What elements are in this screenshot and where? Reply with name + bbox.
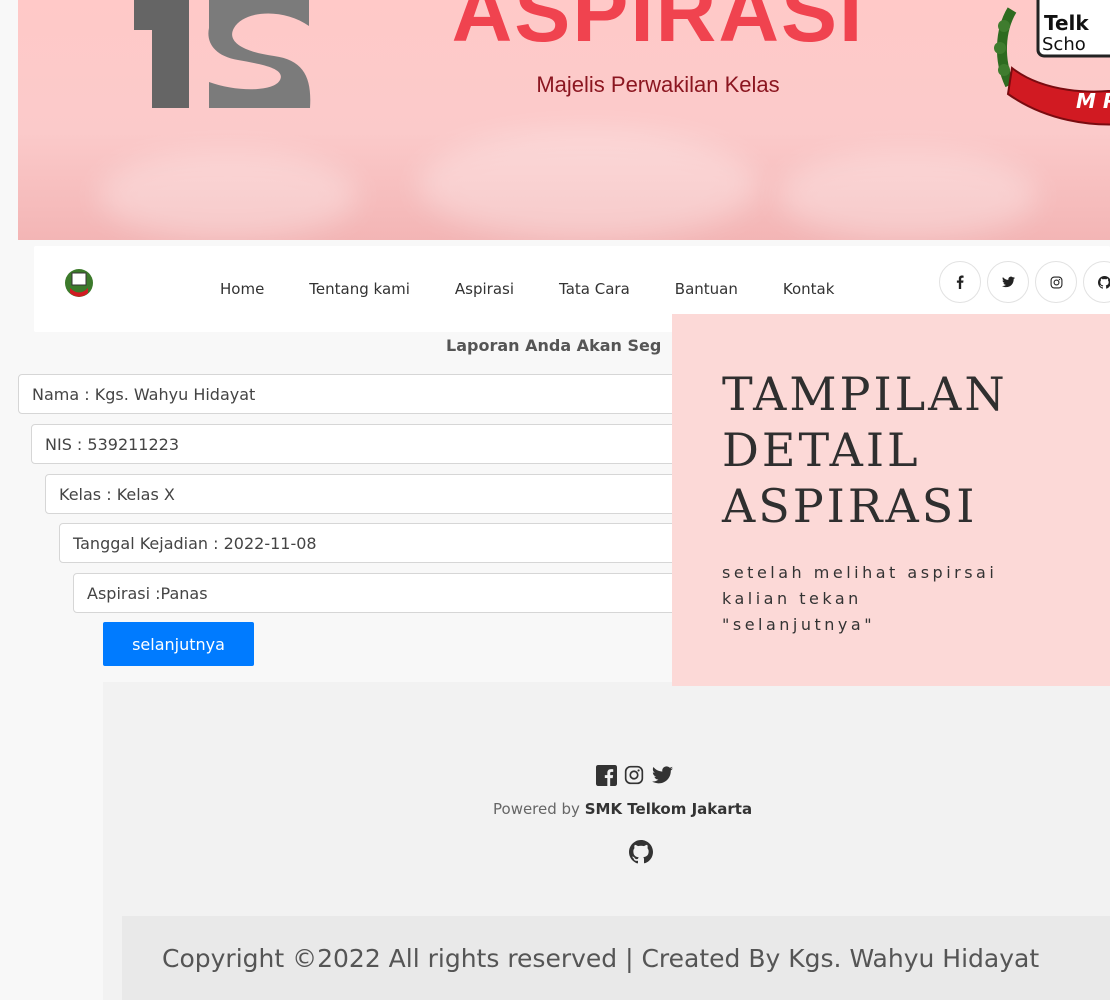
github-icon[interactable] — [1083, 261, 1110, 303]
kelas-field: Kelas : Kelas X — [45, 474, 718, 514]
powered-by-prefix: Powered by — [493, 800, 585, 818]
header-banner: ASPIRASI Majelis Perwakilan Kelas Telk S… — [18, 0, 1110, 240]
emblem-text: Scho — [1042, 34, 1086, 55]
overlay-title: TAMPILAN DETAIL ASPIRASI — [722, 366, 1082, 534]
banner-title: ASPIRASI — [451, 0, 865, 59]
instagram-icon[interactable] — [623, 764, 645, 786]
copyright-bar: Copyright ©2022 All rights reserved | Cr… — [122, 916, 1110, 1000]
report-heading: Laporan Anda Akan Seg — [446, 336, 662, 355]
nav-links: Home Tentang kami Aspirasi Tata Cara Ban… — [220, 280, 879, 298]
cloud-decoration — [418, 130, 758, 240]
nav-link-aspirasi[interactable]: Aspirasi — [455, 280, 514, 298]
social-links — [939, 261, 1110, 303]
overlay-title-line: DETAIL — [722, 423, 921, 477]
aspirasi-field: Aspirasi :Panas — [73, 573, 718, 613]
nav-link-kontak[interactable]: Kontak — [783, 280, 835, 298]
nav-link-home[interactable]: Home — [220, 280, 264, 298]
banner-subtitle: Majelis Perwakilan Kelas — [536, 72, 780, 97]
facebook-square-icon[interactable] — [595, 764, 617, 786]
tanggal-kejadian-field: Tanggal Kejadian : 2022-11-08 — [59, 523, 718, 563]
selanjutnya-button[interactable]: selanjutnya — [103, 622, 254, 666]
mpk-emblem-icon: Telk Scho M P — [994, 0, 1110, 126]
overlay-description-line: "selanjutnya" — [722, 615, 876, 634]
overlay-title-line: TAMPILAN — [722, 367, 1008, 421]
instagram-icon[interactable] — [1035, 261, 1077, 303]
github-icon[interactable] — [629, 840, 653, 864]
overlay-description-line: kalian tekan — [722, 589, 862, 608]
facebook-icon[interactable] — [939, 261, 981, 303]
school-logo-icon — [134, 0, 311, 108]
footer-social-links — [595, 764, 673, 786]
nis-field: NIS : 539211223 — [31, 424, 718, 464]
emblem-text: Telk — [1044, 11, 1089, 35]
nama-field: Nama : Kgs. Wahyu Hidayat — [18, 374, 718, 414]
nav-logo-icon[interactable] — [64, 266, 94, 300]
overlay-description: setelah melihat aspirsai kalian tekan "s… — [722, 560, 1042, 638]
powered-by-brand[interactable]: SMK Telkom Jakarta — [585, 800, 752, 818]
overlay-description-line: setelah melihat aspirsai — [722, 563, 998, 582]
tutorial-overlay-panel: TAMPILAN DETAIL ASPIRASI setelah melihat… — [672, 314, 1110, 686]
twitter-icon[interactable] — [651, 764, 673, 786]
nav-link-tentang-kami[interactable]: Tentang kami — [309, 280, 410, 298]
nav-link-tata-cara[interactable]: Tata Cara — [559, 280, 630, 298]
nav-link-bantuan[interactable]: Bantuan — [675, 280, 738, 298]
copyright-text: Copyright ©2022 All rights reserved | Cr… — [162, 944, 1040, 973]
cloud-decoration — [98, 150, 358, 240]
emblem-ribbon-text: M P — [1076, 89, 1110, 113]
overlay-title-line: ASPIRASI — [722, 479, 978, 533]
twitter-icon[interactable] — [987, 261, 1029, 303]
cloud-decoration — [778, 150, 1038, 240]
powered-by-text: Powered by SMK Telkom Jakarta — [493, 800, 752, 818]
